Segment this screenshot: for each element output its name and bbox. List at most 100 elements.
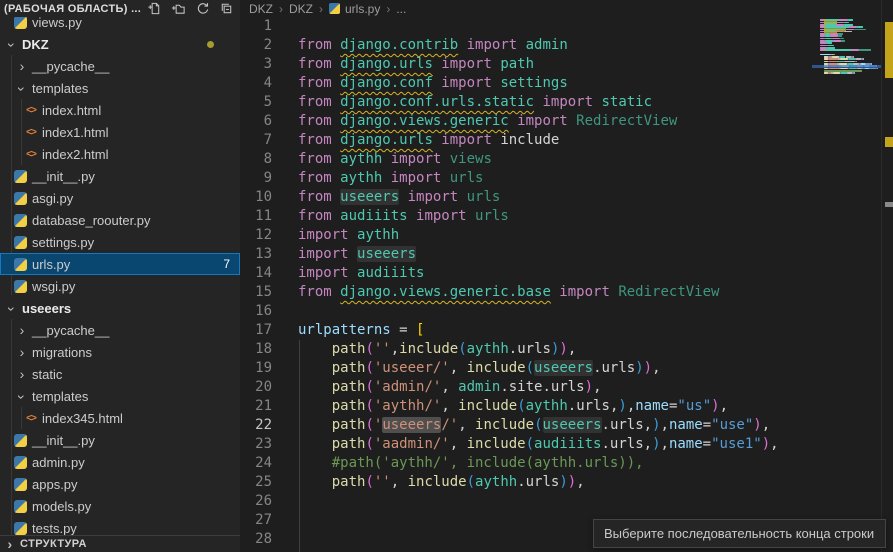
- tree-item-index2.html[interactable]: <>index2.html: [0, 143, 240, 165]
- tree-item-index1.html[interactable]: <>index1.html: [0, 121, 240, 143]
- chevron-down-icon: ›: [15, 81, 29, 97]
- collapse-all-icon[interactable]: [219, 1, 234, 16]
- code-line-17[interactable]: 17urlpatterns = [: [240, 321, 812, 340]
- code-line-8[interactable]: 8from aythh import views: [240, 150, 812, 169]
- code-line-11[interactable]: 11from audiiits import urls: [240, 207, 812, 226]
- tree-item-templates[interactable]: ›templates: [0, 77, 240, 99]
- line-number: 7: [240, 131, 272, 150]
- breadcrumb-item[interactable]: urls.py: [345, 2, 380, 16]
- code-line-20[interactable]: 20 path('admin/', admin.site.urls),: [240, 378, 812, 397]
- tree-item-__init__.py[interactable]: __init__.py: [0, 165, 240, 187]
- tree-item-useeers[interactable]: ›useeers: [0, 297, 240, 319]
- code-line-2[interactable]: 2from django.contrib import admin: [240, 36, 812, 55]
- code-line-19[interactable]: 19 path('useeer/', include(useeers.urls)…: [240, 359, 812, 378]
- minimap-code-bar: [833, 40, 841, 42]
- chevron-right-icon: ›: [14, 323, 30, 337]
- line-number: 14: [240, 264, 272, 283]
- tree-item-migrations[interactable]: ›migrations: [0, 341, 240, 363]
- code-line-7[interactable]: 7from django.urls import include: [240, 131, 812, 150]
- tree-item-templates[interactable]: ›templates: [0, 385, 240, 407]
- tree-item-label: asgi.py: [32, 191, 73, 206]
- tree-item-label: admin.py: [32, 455, 85, 470]
- new-folder-icon[interactable]: [171, 1, 186, 16]
- code-line-24[interactable]: 24 #path('aythh/', include(aythh.urls)),: [240, 454, 812, 473]
- code-line-15[interactable]: 15from django.views.generic.base import …: [240, 283, 812, 302]
- code-line-4[interactable]: 4from django.conf import settings: [240, 74, 812, 93]
- tree-item-label: models.py: [32, 499, 91, 514]
- tree-item-urls.py[interactable]: urls.py7: [0, 253, 240, 275]
- minimap-code-bar: [820, 42, 827, 44]
- explorer-section-header[interactable]: (РАБОЧАЯ ОБЛАСТЬ) ...: [0, 0, 240, 17]
- code-line-26[interactable]: 26: [240, 492, 812, 511]
- line-number: 13: [240, 245, 272, 264]
- tree-item-database_roouter.py[interactable]: database_roouter.py: [0, 209, 240, 231]
- tree-item-models.py[interactable]: models.py: [0, 495, 240, 517]
- outline-section-label: СТРУКТУРА: [20, 538, 87, 550]
- tree-item-settings.py[interactable]: settings.py: [0, 231, 240, 253]
- line-number: 17: [240, 321, 272, 340]
- line-number: 11: [240, 207, 272, 226]
- breadcrumb-item[interactable]: ...: [396, 2, 406, 16]
- minimap[interactable]: [812, 17, 881, 552]
- tree-item-__pycache__[interactable]: ›__pycache__: [0, 319, 240, 341]
- code-line-25[interactable]: 25 path('', include(aythh.urls)),: [240, 473, 812, 492]
- breadcrumb-item[interactable]: DKZ: [249, 2, 273, 16]
- code-line-5[interactable]: 5from django.conf.urls.static import sta…: [240, 93, 812, 112]
- minimap-code-bar: [844, 31, 851, 33]
- python-file-icon: [14, 258, 27, 271]
- code-area[interactable]: 12from django.contrib import admin3from …: [240, 17, 812, 552]
- breadcrumb: DKZ›DKZ›urls.py›...: [240, 0, 893, 17]
- line-number: 5: [240, 93, 272, 112]
- tree-item-index.html[interactable]: <>index.html: [0, 99, 240, 121]
- tree-item-__init__.py[interactable]: __init__.py: [0, 429, 240, 451]
- workspace-title: (РАБОЧАЯ ОБЛАСТЬ) ...: [4, 3, 141, 15]
- code-line-10[interactable]: 10from useeers import urls: [240, 188, 812, 207]
- tree-item-apps.py[interactable]: apps.py: [0, 473, 240, 495]
- code-line-3[interactable]: 3from django.urls import path: [240, 55, 812, 74]
- minimap-code-bar: [857, 26, 863, 28]
- tree-item-DKZ[interactable]: ›DKZ: [0, 33, 240, 55]
- tree-item-label: __init__.py: [32, 169, 95, 184]
- code-line-9[interactable]: 9from aythh import urls: [240, 169, 812, 188]
- tree-item-admin.py[interactable]: admin.py: [0, 451, 240, 473]
- refresh-icon[interactable]: [195, 1, 210, 16]
- overview-ruler[interactable]: [881, 0, 893, 552]
- code-line-12[interactable]: 12import aythh: [240, 226, 812, 245]
- code-line-16[interactable]: 16: [240, 302, 812, 321]
- chevron-right-icon: ›: [2, 537, 18, 551]
- tree-item-wsgi.py[interactable]: wsgi.py: [0, 275, 240, 297]
- code-line-23[interactable]: 23 path('aadmin/', include(audiiits.urls…: [240, 435, 812, 454]
- code-line-22[interactable]: 22 path('useeers/', include(useeers.urls…: [240, 416, 812, 435]
- code-line-13[interactable]: 13import useeers: [240, 245, 812, 264]
- line-number: 23: [240, 435, 272, 454]
- chevron-right-icon: ›: [14, 367, 30, 381]
- code-line-18[interactable]: 18 path('',include(aythh.urls)),: [240, 340, 812, 359]
- minimap-code-bar: [849, 58, 856, 60]
- tree-item-label: __init__.py: [32, 433, 95, 448]
- outline-section-header[interactable]: › СТРУКТУРА: [0, 535, 240, 552]
- line-number: 26: [240, 492, 272, 511]
- new-file-icon[interactable]: [147, 1, 162, 16]
- breadcrumb-item[interactable]: DKZ: [289, 2, 313, 16]
- minimap-code-bar: [854, 72, 855, 74]
- line-number: 12: [240, 226, 272, 245]
- tree-item-index345.html[interactable]: <>index345.html: [0, 407, 240, 429]
- minimap-code-bar: [846, 29, 854, 31]
- code-line-6[interactable]: 6from django.views.generic import Redire…: [240, 112, 812, 131]
- code-line-21[interactable]: 21 path('aythh/', include(aythh.urls,),n…: [240, 397, 812, 416]
- tree-item-label: __pycache__: [32, 59, 109, 74]
- problems-badge: 7: [223, 257, 230, 271]
- python-file-icon: [14, 478, 27, 491]
- tree-item-asgi.py[interactable]: asgi.py: [0, 187, 240, 209]
- line-number: 19: [240, 359, 272, 378]
- minimap-code-bar: [849, 26, 857, 28]
- tooltip-text: Выберите последовательность конца строки: [604, 526, 874, 541]
- tree-item-label: index1.html: [42, 125, 108, 140]
- code-line-14[interactable]: 14import audiiits: [240, 264, 812, 283]
- tree-item-static[interactable]: ›static: [0, 363, 240, 385]
- code-line-1[interactable]: 1: [240, 17, 812, 36]
- file-tree: views.py›DKZ›__pycache__›templates<>inde…: [0, 11, 240, 539]
- chevron-down-icon: ›: [5, 301, 19, 317]
- overview-warning-mark: [885, 22, 893, 78]
- tree-item-__pycache__[interactable]: ›__pycache__: [0, 55, 240, 77]
